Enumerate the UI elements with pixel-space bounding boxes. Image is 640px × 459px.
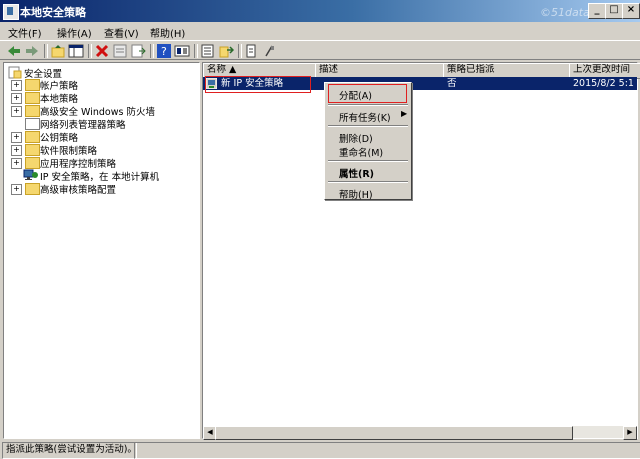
forward-arrow-icon[interactable] <box>24 43 40 59</box>
status-text: 指派此策略(尝试设置为活动)。 <box>2 442 137 459</box>
menu-item-help[interactable]: 帮助(H) <box>339 187 373 201</box>
network-list-icon <box>25 118 40 130</box>
properties-icon[interactable] <box>112 43 128 59</box>
maximize-button[interactable]: □ <box>605 3 623 19</box>
expand-icon[interactable]: + <box>11 106 22 117</box>
expand-icon[interactable]: + <box>11 80 22 91</box>
menu-separator <box>328 125 408 127</box>
delete-icon[interactable] <box>94 43 110 59</box>
export-list-icon[interactable] <box>130 43 146 59</box>
expand-icon[interactable]: + <box>11 132 22 143</box>
expand-icon[interactable]: + <box>11 158 22 169</box>
show-tree-icon[interactable] <box>68 43 84 59</box>
menu-item-properties[interactable]: 属性(R) <box>339 166 374 180</box>
add-policy-icon[interactable] <box>244 43 260 59</box>
tree-item-local-policy[interactable]: 本地策略 <box>40 91 78 105</box>
title-bar[interactable]: 本地安全策略 ©51data.net _ □ × <box>0 0 640 22</box>
folder-icon <box>25 183 40 195</box>
tree-pane[interactable]: 安全设置 + 帐户策略 + 本地策略 + 高级安全 Windows 防火墙 网络… <box>3 62 200 439</box>
tree-item-account-policy[interactable]: 帐户策略 <box>40 78 78 92</box>
context-menu: 分配(A) 所有任务(K) ▶ 删除(D) 重命名(M) 属性(R) 帮助(H) <box>324 82 412 201</box>
expand-icon[interactable]: + <box>11 93 22 104</box>
status-pane-empty <box>134 442 640 459</box>
menu-bar: 文件(F) 操作(A) 查看(V) 帮助(H) <box>0 22 640 40</box>
window-title: 本地安全策略 <box>20 6 86 19</box>
tree-item-ip-security[interactable]: IP 安全策略，在 本地计算机 <box>40 169 159 183</box>
menu-help[interactable]: 帮助(H) <box>150 25 185 40</box>
menu-file[interactable]: 文件(F) <box>8 25 42 40</box>
console-icon[interactable] <box>174 43 190 59</box>
menu-separator <box>328 104 408 106</box>
highlight-box <box>328 84 407 103</box>
manage-filters-icon[interactable] <box>200 43 216 59</box>
close-button[interactable]: × <box>622 3 640 19</box>
folder-icon <box>25 144 40 156</box>
scroll-thumb[interactable] <box>215 426 573 440</box>
menu-item-all-tasks[interactable]: 所有任务(K) <box>339 110 391 124</box>
folder-icon <box>25 79 40 91</box>
folder-icon <box>25 105 40 117</box>
folder-icon <box>25 92 40 104</box>
tree-item-app-control[interactable]: 应用程序控制策略 <box>40 156 116 170</box>
up-folder-icon[interactable] <box>50 43 66 59</box>
expand-icon[interactable]: + <box>11 184 22 195</box>
menu-action[interactable]: 操作(A) <box>57 25 92 40</box>
scroll-right-button[interactable]: ▶ <box>623 426 637 440</box>
menu-separator <box>328 181 408 183</box>
policy-modified-cell: 2015/8/2 5:1 <box>573 78 634 89</box>
menu-view[interactable]: 查看(V) <box>104 25 139 40</box>
back-arrow-icon[interactable] <box>6 43 22 59</box>
app-icon <box>3 4 19 20</box>
tree-item-firewall[interactable]: 高级安全 Windows 防火墙 <box>40 104 155 118</box>
toolbar: ? <box>0 40 640 60</box>
unassign-policy-icon[interactable] <box>262 43 278 59</box>
submenu-arrow-icon: ▶ <box>401 109 408 118</box>
tree-item-public-key[interactable]: 公钥策略 <box>40 130 78 144</box>
minimize-button[interactable]: _ <box>588 3 606 19</box>
policy-assigned-cell: 否 <box>447 78 457 89</box>
expand-icon[interactable]: + <box>11 145 22 156</box>
tree-item-advanced-audit[interactable]: 高级审核策略配置 <box>40 182 116 196</box>
list-pane[interactable]: 名称 ▲ 描述 策略已指派 上次更改时间 新 IP 安全策略 否 2015/8/… <box>202 62 640 440</box>
horizontal-scrollbar[interactable]: ◀ ▶ <box>203 426 637 440</box>
tree-item-software-restriction[interactable]: 软件限制策略 <box>40 143 97 157</box>
security-settings-icon <box>8 66 22 79</box>
highlight-box <box>205 76 311 93</box>
menu-item-delete[interactable]: 删除(D) <box>339 131 373 145</box>
ip-security-icon <box>23 169 38 180</box>
menu-separator <box>328 160 408 162</box>
status-bar: 指派此策略(尝试设置为活动)。 <box>0 441 640 459</box>
folder-icon <box>25 131 40 143</box>
assign-policy-icon[interactable] <box>218 43 234 59</box>
menu-item-rename[interactable]: 重命名(M) <box>339 145 383 159</box>
help-icon[interactable]: ? <box>156 43 172 59</box>
tree-item-network-list[interactable]: 网络列表管理器策略 <box>40 117 126 131</box>
svg-text:?: ? <box>161 45 167 58</box>
